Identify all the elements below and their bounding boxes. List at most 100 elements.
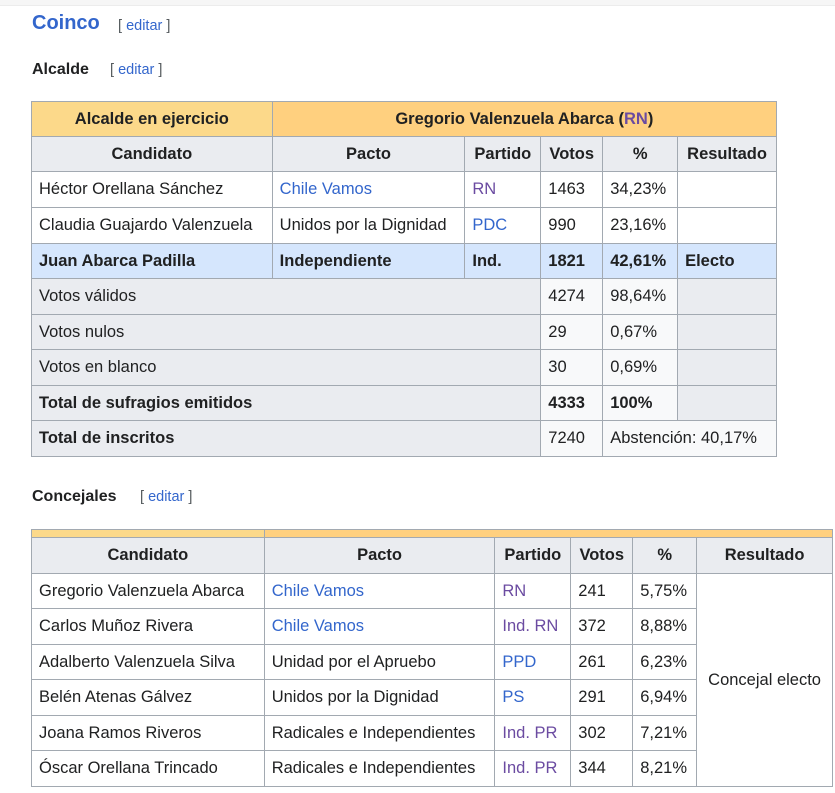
pacto-text: Unidos por la Dignidad: [271, 207, 466, 244]
votes: 302: [570, 715, 634, 751]
summary-blank: [677, 349, 777, 386]
result: Concejal electo: [696, 573, 833, 787]
incumbent-cell: Gregorio Valenzuela Abarca (RN): [271, 101, 778, 137]
col-partido: Partido: [464, 136, 542, 172]
percent: 5,75%: [632, 573, 698, 609]
summary-percent: 100%: [602, 385, 679, 421]
candidate-name: Belén Atenas Gálvez: [31, 679, 265, 716]
result: [677, 171, 777, 208]
pacto-text: Independiente: [271, 243, 466, 279]
summary-blank: [677, 385, 777, 421]
candidate-name: Adalberto Valenzuela Silva: [31, 644, 265, 680]
col-votos: Votos: [570, 537, 634, 574]
summary-percent: 0,69%: [602, 349, 679, 386]
col-candidato: Candidato: [31, 136, 273, 172]
party-link[interactable]: Ind. PR: [494, 715, 572, 751]
col-pacto: Pacto: [271, 136, 466, 172]
candidate-name: Gregorio Valenzuela Abarca: [31, 573, 265, 609]
summary-percent: 98,64%: [602, 278, 679, 315]
top-divider: [0, 0, 835, 6]
party-link[interactable]: PS: [494, 679, 572, 716]
candidate-name: Héctor Orellana Sánchez: [31, 171, 273, 208]
summary-row: Total de sufragios emitidos 4333 100%: [30, 385, 777, 421]
percent: 6,94%: [632, 679, 698, 716]
percent: 34,23%: [602, 171, 679, 208]
summary-blank: [677, 314, 777, 350]
alcalde-edit-link[interactable]: editar: [118, 62, 154, 78]
candidate-name: Joana Ramos Riveros: [31, 715, 265, 751]
votes: 261: [570, 644, 634, 680]
summary-row: Votos nulos 29 0,67%: [30, 314, 777, 350]
summary-votes: 4333: [540, 385, 604, 421]
elected-row: Juan Abarca Padilla Independiente Ind. 1…: [31, 243, 777, 279]
pacto-text: Unidos por la Dignidad: [263, 679, 496, 716]
table-row: Claudia Guajardo Valenzuela Unidos por l…: [31, 207, 777, 244]
party-link[interactable]: Ind. RN: [494, 608, 572, 645]
col-pct: %: [632, 537, 698, 574]
pacto-text: Radicales e Independientes: [263, 750, 496, 787]
pacto-link[interactable]: Chile Vamos: [263, 608, 496, 645]
summary-votes: 4274: [540, 278, 604, 315]
section-title: Coinco: [32, 12, 100, 34]
votes: 344: [570, 750, 634, 787]
table-row: Gregorio Valenzuela Abarca Chile Vamos R…: [31, 573, 833, 787]
party-link[interactable]: RN: [494, 573, 572, 609]
header-strip: [31, 529, 265, 538]
concejales-edit-link[interactable]: editar: [148, 489, 184, 505]
percent: 8,21%: [632, 750, 698, 787]
party-link[interactable]: PPD: [494, 644, 572, 680]
summary-votes: 29: [540, 314, 604, 350]
incumbent-label: Alcalde en ejercicio: [31, 101, 273, 137]
candidate-name: Claudia Guajardo Valenzuela: [31, 207, 273, 244]
summary-row: Votos válidos 4274 98,64%: [30, 278, 777, 315]
concejales-heading: Concejales: [32, 488, 117, 505]
percent: 6,23%: [632, 644, 698, 680]
summary-votes: 30: [540, 349, 604, 386]
concejales-table: Candidato Pacto Partido Votos % Resultad…: [31, 529, 834, 787]
summary-abstention: Abstención: 40,17%: [602, 420, 777, 457]
party-link[interactable]: Ind. PR: [494, 750, 572, 787]
summary-label: Total de inscritos: [30, 420, 542, 457]
candidate-name: Óscar Orellana Trincado: [31, 750, 265, 787]
col-resultado: Resultado: [696, 537, 833, 574]
summary-blank: [677, 278, 777, 315]
col-partido: Partido: [494, 537, 572, 574]
pacto-text: Unidad por el Apruebo: [263, 644, 496, 680]
votes: 291: [570, 679, 634, 716]
summary-row: Votos en blanco 30 0,69%: [30, 349, 777, 386]
summary-label: Votos nulos: [30, 314, 542, 350]
votes: 372: [570, 608, 634, 645]
incumbent-name: Gregorio Valenzuela Abarca: [395, 109, 614, 128]
summary-votes: 7240: [540, 420, 604, 457]
incumbent-party-link[interactable]: RN: [624, 110, 648, 128]
votes: 990: [540, 207, 604, 244]
party-link[interactable]: RN: [464, 171, 542, 208]
col-candidato: Candidato: [31, 537, 265, 574]
percent: 7,21%: [632, 715, 698, 751]
percent: 8,88%: [632, 608, 698, 645]
header-strip: [263, 529, 834, 538]
percent: 23,16%: [602, 207, 679, 244]
pacto-link[interactable]: Chile Vamos: [263, 573, 496, 609]
party-link[interactable]: PDC: [464, 207, 542, 244]
alcalde-edit: [ editar ]: [110, 62, 163, 78]
section-edit-link[interactable]: editar: [126, 18, 162, 34]
summary-percent: 0,67%: [602, 314, 679, 350]
candidate-name: Juan Abarca Padilla: [31, 243, 273, 279]
party-text: Ind.: [464, 243, 542, 279]
summary-label: Votos en blanco: [30, 349, 542, 386]
summary-label: Votos válidos: [30, 278, 542, 315]
votes: 1463: [540, 171, 604, 208]
section-edit: [ editar ]: [118, 18, 171, 34]
votes: 1821: [540, 243, 604, 279]
col-pacto: Pacto: [263, 537, 496, 574]
candidate-name: Carlos Muñoz Rivera: [31, 608, 265, 645]
alcalde-heading: Alcalde: [32, 61, 89, 78]
votes: 241: [570, 573, 634, 609]
result: Electo: [677, 243, 777, 279]
summary-row: Total de inscritos 7240 Abstención: 40,1…: [30, 420, 777, 457]
percent: 42,61%: [602, 243, 679, 279]
concejales-edit: [ editar ]: [140, 489, 193, 505]
pacto-link[interactable]: Chile Vamos: [271, 171, 466, 208]
summary-label: Total de sufragios emitidos: [30, 385, 542, 421]
